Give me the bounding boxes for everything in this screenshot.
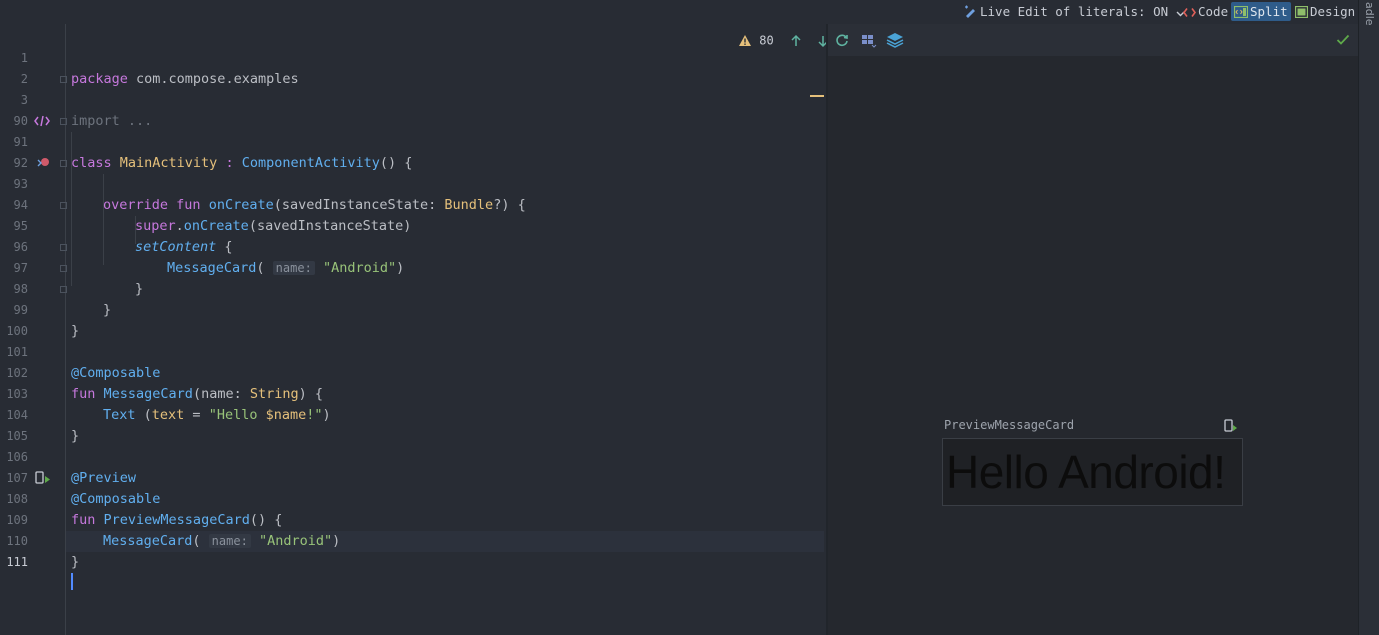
check-icon	[1336, 34, 1350, 45]
warning-count: 80	[759, 33, 774, 48]
layers-icon[interactable]	[886, 32, 904, 49]
code-view-label: Code	[1198, 4, 1229, 19]
preview-render[interactable]: Hello Android!	[942, 438, 1243, 506]
preview-toolbar	[828, 28, 1358, 54]
code-line: 102 fun MessageCard(name: String) {	[0, 342, 824, 402]
text-cursor	[71, 573, 73, 590]
design-view-label: Design	[1310, 4, 1356, 19]
code-line: 96 MessageCard( name: "Android")	[0, 216, 824, 276]
warning-stripe-marker[interactable]	[810, 95, 824, 97]
code-icon	[1183, 8, 1196, 17]
code-token: }	[71, 554, 80, 570]
code-line: 99 }	[0, 279, 824, 339]
code-line: 104 }	[0, 384, 824, 444]
code-line: 98 }	[0, 258, 824, 318]
code-line: 97 }	[0, 237, 824, 297]
code-line: 100	[0, 300, 824, 338]
split-view-button[interactable]: Split	[1231, 2, 1291, 21]
code-line: 92	[0, 132, 824, 170]
code-line: 111	[0, 531, 824, 590]
live-edit-icon	[965, 5, 975, 18]
inspection-widget[interactable]: 80	[738, 29, 830, 51]
code-line: 90	[0, 90, 824, 128]
warning-icon	[739, 35, 751, 46]
line-number: 111	[6, 555, 28, 569]
live-edit-dropdown[interactable]: Live Edit of literals: ON	[964, 2, 1187, 21]
code-line: 1 package com.compose.examples	[0, 27, 824, 87]
previous-highlight-icon[interactable]	[789, 34, 803, 48]
code-line: 95 setContent {	[0, 195, 824, 255]
right-tool-strip	[1358, 0, 1379, 635]
preview-canvas[interactable]	[828, 56, 1358, 635]
deploy-preview-icon[interactable]	[1224, 419, 1238, 433]
code-view-button[interactable]: Code	[1183, 2, 1228, 21]
code-line: 110 }	[0, 510, 824, 570]
live-edit-label: Live Edit of literals: ON	[980, 4, 1169, 19]
code-line: 103 Text (text = "Hello $name!")	[0, 363, 824, 423]
gradle-tool-tab[interactable]: adle	[1363, 2, 1376, 26]
top-toolbar: Live Edit of literals: ON Code Split Des…	[0, 0, 1359, 24]
preview-render-text: Hello Android!	[946, 446, 1226, 498]
code-line: 94 super.onCreate(savedInstanceState)	[0, 174, 824, 234]
code-line: 106 @Preview	[0, 426, 824, 486]
refresh-icon[interactable]	[835, 33, 849, 47]
preview-name-label: PreviewMessageCard	[944, 418, 1075, 432]
code-line: 91 class MainActivity : ComponentActivit…	[0, 111, 824, 171]
code-line: 105	[0, 405, 824, 443]
split-icon	[1233, 5, 1249, 19]
code-line: 108 fun PreviewMessageCard() {	[0, 468, 824, 528]
design-icon	[1294, 5, 1309, 19]
code-line: 3 import ...	[0, 69, 824, 129]
layout-options-icon[interactable]	[861, 33, 877, 48]
code-line: 109 MessageCard( name: "Android")	[0, 489, 824, 549]
code-line: 93 override fun onCreate(savedInstanceSt…	[0, 153, 824, 213]
code-line: 2	[0, 48, 824, 86]
code-line: 107 @Composable	[0, 447, 824, 507]
design-view-button[interactable]: Design	[1294, 2, 1356, 21]
split-view-label: Split	[1250, 4, 1288, 19]
code-line: 101 @Composable	[0, 321, 824, 381]
